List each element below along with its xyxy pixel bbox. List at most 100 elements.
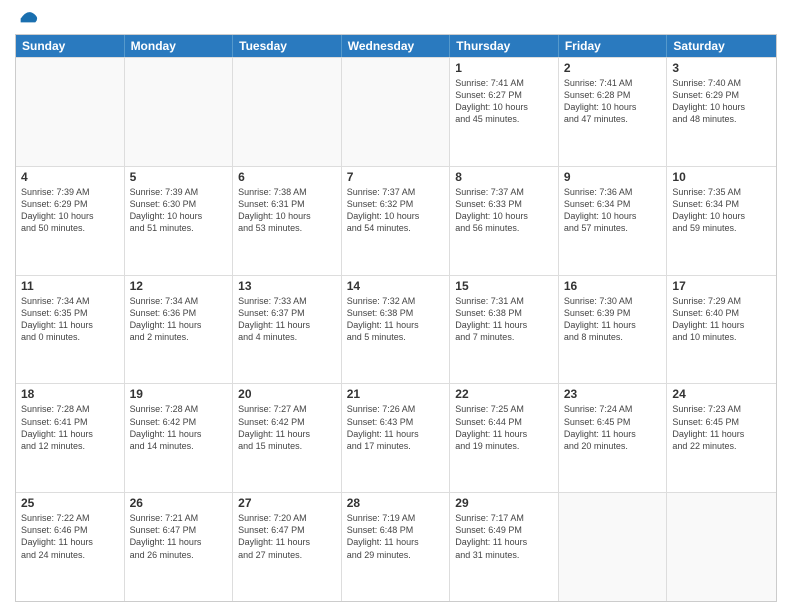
day-info: Sunrise: 7:34 AM Sunset: 6:35 PM Dayligh… xyxy=(21,295,119,344)
day-number: 11 xyxy=(21,279,119,293)
cal-cell xyxy=(559,493,668,601)
cal-cell: 9 Sunrise: 7:36 AM Sunset: 6:34 PM Daylig… xyxy=(559,167,668,275)
week-row-4: 25 Sunrise: 7:22 AM Sunset: 6:46 PM Dayli… xyxy=(16,492,776,601)
day-number: 24 xyxy=(672,387,771,401)
day-number: 13 xyxy=(238,279,336,293)
day-number: 29 xyxy=(455,496,553,510)
cal-cell xyxy=(16,58,125,166)
week-row-1: 4 Sunrise: 7:39 AM Sunset: 6:29 PM Daylig… xyxy=(16,166,776,275)
cal-cell: 27 Sunrise: 7:20 AM Sunset: 6:47 PM Dayli… xyxy=(233,493,342,601)
cal-cell: 1 Sunrise: 7:41 AM Sunset: 6:27 PM Daylig… xyxy=(450,58,559,166)
header-day-sunday: Sunday xyxy=(16,35,125,57)
cal-cell: 5 Sunrise: 7:39 AM Sunset: 6:30 PM Daylig… xyxy=(125,167,234,275)
logo xyxy=(15,14,39,26)
cal-cell: 15 Sunrise: 7:31 AM Sunset: 6:38 PM Dayli… xyxy=(450,276,559,384)
day-number: 6 xyxy=(238,170,336,184)
day-info: Sunrise: 7:32 AM Sunset: 6:38 PM Dayligh… xyxy=(347,295,445,344)
cal-cell: 10 Sunrise: 7:35 AM Sunset: 6:34 PM Dayli… xyxy=(667,167,776,275)
day-number: 22 xyxy=(455,387,553,401)
cal-cell: 4 Sunrise: 7:39 AM Sunset: 6:29 PM Daylig… xyxy=(16,167,125,275)
week-row-2: 11 Sunrise: 7:34 AM Sunset: 6:35 PM Dayli… xyxy=(16,275,776,384)
day-info: Sunrise: 7:25 AM Sunset: 6:44 PM Dayligh… xyxy=(455,403,553,452)
cal-cell: 14 Sunrise: 7:32 AM Sunset: 6:38 PM Dayli… xyxy=(342,276,451,384)
cal-cell: 12 Sunrise: 7:34 AM Sunset: 6:36 PM Dayli… xyxy=(125,276,234,384)
cal-cell: 24 Sunrise: 7:23 AM Sunset: 6:45 PM Dayli… xyxy=(667,384,776,492)
cal-cell xyxy=(233,58,342,166)
header-day-friday: Friday xyxy=(559,35,668,57)
day-number: 7 xyxy=(347,170,445,184)
day-number: 16 xyxy=(564,279,662,293)
cal-cell: 8Sunrise: 7:37 AM Sunset: 6:33 PM Daylig… xyxy=(450,167,559,275)
day-info: Sunrise: 7:22 AM Sunset: 6:46 PM Dayligh… xyxy=(21,512,119,561)
day-info: Sunrise: 7:41 AM Sunset: 6:27 PM Dayligh… xyxy=(455,77,553,126)
logo-icon xyxy=(17,4,39,26)
day-info: Sunrise: 7:34 AM Sunset: 6:36 PM Dayligh… xyxy=(130,295,228,344)
cal-cell: 28 Sunrise: 7:19 AM Sunset: 6:48 PM Dayli… xyxy=(342,493,451,601)
cal-cell: 23 Sunrise: 7:24 AM Sunset: 6:45 PM Dayli… xyxy=(559,384,668,492)
header-day-saturday: Saturday xyxy=(667,35,776,57)
day-number: 3 xyxy=(672,61,771,75)
day-info: Sunrise: 7:26 AM Sunset: 6:43 PM Dayligh… xyxy=(347,403,445,452)
day-number: 15 xyxy=(455,279,553,293)
day-number: 26 xyxy=(130,496,228,510)
day-info: Sunrise: 7:39 AM Sunset: 6:30 PM Dayligh… xyxy=(130,186,228,235)
header-day-thursday: Thursday xyxy=(450,35,559,57)
header-day-tuesday: Tuesday xyxy=(233,35,342,57)
day-info: Sunrise: 7:41 AM Sunset: 6:28 PM Dayligh… xyxy=(564,77,662,126)
day-info: Sunrise: 7:28 AM Sunset: 6:41 PM Dayligh… xyxy=(21,403,119,452)
cal-cell: 2Sunrise: 7:41 AM Sunset: 6:28 PM Daylig… xyxy=(559,58,668,166)
day-number: 9 xyxy=(564,170,662,184)
cal-cell xyxy=(342,58,451,166)
cal-cell: 7 Sunrise: 7:37 AM Sunset: 6:32 PM Daylig… xyxy=(342,167,451,275)
cal-cell: 29 Sunrise: 7:17 AM Sunset: 6:49 PM Dayli… xyxy=(450,493,559,601)
cal-cell: 3 Sunrise: 7:40 AM Sunset: 6:29 PM Daylig… xyxy=(667,58,776,166)
day-number: 28 xyxy=(347,496,445,510)
day-number: 5 xyxy=(130,170,228,184)
day-number: 1 xyxy=(455,61,553,75)
day-info: Sunrise: 7:19 AM Sunset: 6:48 PM Dayligh… xyxy=(347,512,445,561)
day-info: Sunrise: 7:30 AM Sunset: 6:39 PM Dayligh… xyxy=(564,295,662,344)
day-number: 17 xyxy=(672,279,771,293)
day-info: Sunrise: 7:33 AM Sunset: 6:37 PM Dayligh… xyxy=(238,295,336,344)
day-info: Sunrise: 7:17 AM Sunset: 6:49 PM Dayligh… xyxy=(455,512,553,561)
day-number: 27 xyxy=(238,496,336,510)
cal-cell: 25 Sunrise: 7:22 AM Sunset: 6:46 PM Dayli… xyxy=(16,493,125,601)
day-info: Sunrise: 7:20 AM Sunset: 6:47 PM Dayligh… xyxy=(238,512,336,561)
calendar-header: SundayMondayTuesdayWednesdayThursdayFrid… xyxy=(16,35,776,57)
day-info: Sunrise: 7:40 AM Sunset: 6:29 PM Dayligh… xyxy=(672,77,771,126)
day-number: 19 xyxy=(130,387,228,401)
day-info: Sunrise: 7:36 AM Sunset: 6:34 PM Dayligh… xyxy=(564,186,662,235)
day-info: Sunrise: 7:37 AM Sunset: 6:32 PM Dayligh… xyxy=(347,186,445,235)
day-info: Sunrise: 7:21 AM Sunset: 6:47 PM Dayligh… xyxy=(130,512,228,561)
cal-cell: 19 Sunrise: 7:28 AM Sunset: 6:42 PM Dayli… xyxy=(125,384,234,492)
page: SundayMondayTuesdayWednesdayThursdayFrid… xyxy=(0,0,792,612)
day-number: 25 xyxy=(21,496,119,510)
day-info: Sunrise: 7:35 AM Sunset: 6:34 PM Dayligh… xyxy=(672,186,771,235)
day-number: 18 xyxy=(21,387,119,401)
day-info: Sunrise: 7:28 AM Sunset: 6:42 PM Dayligh… xyxy=(130,403,228,452)
day-number: 20 xyxy=(238,387,336,401)
day-info: Sunrise: 7:39 AM Sunset: 6:29 PM Dayligh… xyxy=(21,186,119,235)
cal-cell: 20 Sunrise: 7:27 AM Sunset: 6:42 PM Dayli… xyxy=(233,384,342,492)
day-number: 14 xyxy=(347,279,445,293)
cal-cell: 13 Sunrise: 7:33 AM Sunset: 6:37 PM Dayli… xyxy=(233,276,342,384)
cal-cell xyxy=(125,58,234,166)
header-day-monday: Monday xyxy=(125,35,234,57)
cal-cell: 6Sunrise: 7:38 AM Sunset: 6:31 PM Daylig… xyxy=(233,167,342,275)
cal-cell: 26 Sunrise: 7:21 AM Sunset: 6:47 PM Dayli… xyxy=(125,493,234,601)
day-info: Sunrise: 7:37 AM Sunset: 6:33 PM Dayligh… xyxy=(455,186,553,235)
day-info: Sunrise: 7:29 AM Sunset: 6:40 PM Dayligh… xyxy=(672,295,771,344)
day-info: Sunrise: 7:24 AM Sunset: 6:45 PM Dayligh… xyxy=(564,403,662,452)
day-info: Sunrise: 7:27 AM Sunset: 6:42 PM Dayligh… xyxy=(238,403,336,452)
day-info: Sunrise: 7:23 AM Sunset: 6:45 PM Dayligh… xyxy=(672,403,771,452)
calendar: SundayMondayTuesdayWednesdayThursdayFrid… xyxy=(15,34,777,602)
day-info: Sunrise: 7:31 AM Sunset: 6:38 PM Dayligh… xyxy=(455,295,553,344)
cal-cell: 21 Sunrise: 7:26 AM Sunset: 6:43 PM Dayli… xyxy=(342,384,451,492)
day-number: 12 xyxy=(130,279,228,293)
week-row-3: 18 Sunrise: 7:28 AM Sunset: 6:41 PM Dayli… xyxy=(16,383,776,492)
day-number: 4 xyxy=(21,170,119,184)
day-number: 23 xyxy=(564,387,662,401)
day-number: 10 xyxy=(672,170,771,184)
cal-cell: 18 Sunrise: 7:28 AM Sunset: 6:41 PM Dayli… xyxy=(16,384,125,492)
day-number: 21 xyxy=(347,387,445,401)
